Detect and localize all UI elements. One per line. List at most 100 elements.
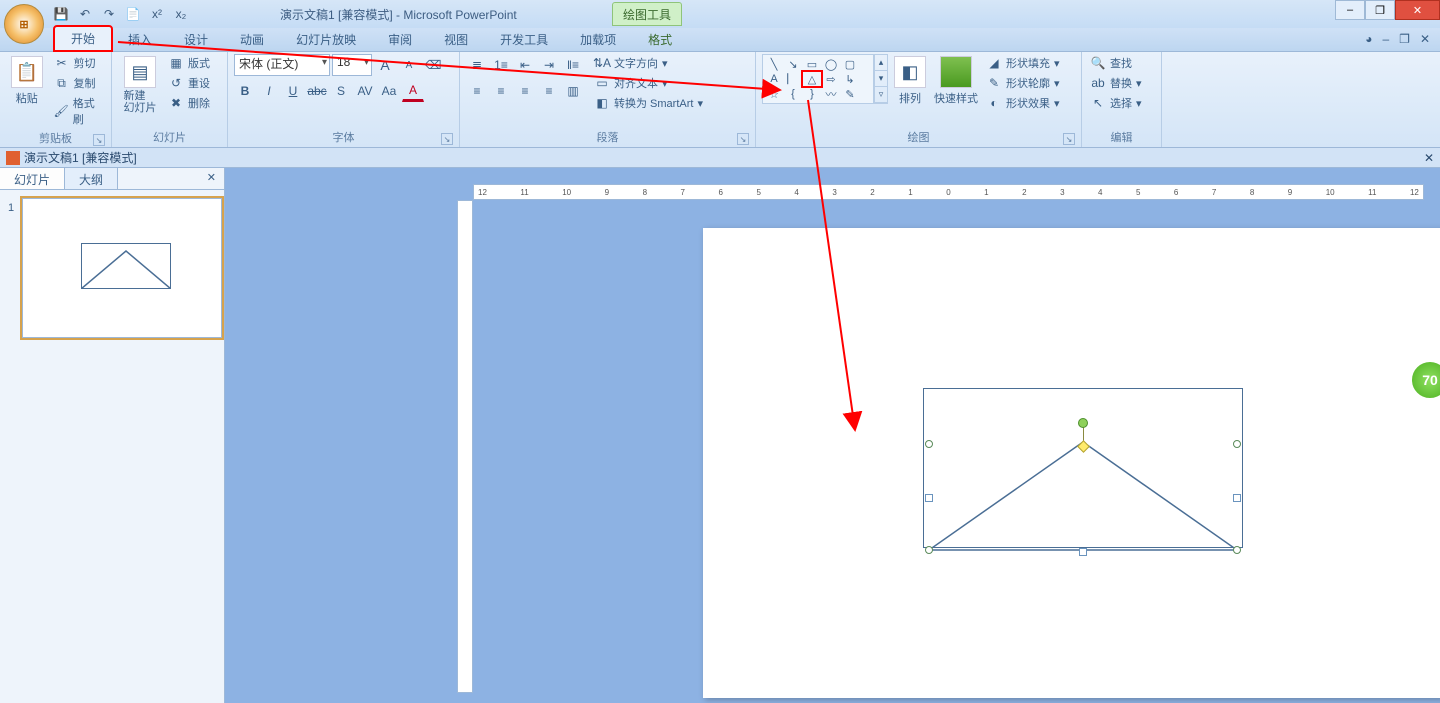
mdi-restore-icon[interactable]: ❐: [1399, 32, 1410, 46]
shape-outline-button[interactable]: ✎形状轮廓 ▾: [984, 74, 1062, 92]
tab-slideshow[interactable]: 幻灯片放映: [280, 28, 372, 51]
decrease-indent-button[interactable]: ⇤: [514, 54, 536, 76]
shape-curve-icon[interactable]: 〰: [822, 87, 840, 101]
grow-font-button[interactable]: A: [374, 54, 396, 76]
horizontal-ruler[interactable]: 1211109876543210123456789101112: [473, 184, 1424, 200]
find-button[interactable]: 🔍查找: [1088, 54, 1144, 72]
panel-close-icon[interactable]: ✕: [199, 168, 224, 189]
cut-button[interactable]: ✂剪切: [52, 54, 105, 72]
format-painter-button[interactable]: 🖌格式刷: [52, 94, 105, 128]
text-direction-button[interactable]: ⇅A文字方向 ▾: [592, 54, 705, 72]
tab-outline[interactable]: 大纲: [65, 168, 118, 189]
line-spacing-button[interactable]: ‖≡: [562, 54, 584, 76]
quick-styles-button[interactable]: 快速样式: [932, 54, 980, 108]
font-color-button[interactable]: A: [402, 80, 424, 102]
align-right-button[interactable]: ≡: [514, 80, 536, 102]
layout-button[interactable]: ▦版式: [166, 54, 212, 72]
shape-rect-icon[interactable]: ▭: [803, 57, 821, 71]
shape-connector-icon[interactable]: ↳: [841, 72, 859, 86]
qat-print-icon[interactable]: 📄: [124, 5, 142, 23]
shape-oval-icon[interactable]: ◯: [822, 57, 840, 71]
shape-rrect-icon[interactable]: ▢: [841, 57, 859, 71]
slide-thumbnail-1[interactable]: [22, 198, 222, 338]
tab-home[interactable]: 开始: [54, 26, 112, 51]
shape-rarrow-icon[interactable]: ⇨: [822, 72, 840, 86]
resize-handle-se[interactable]: [1233, 546, 1241, 554]
resize-handle-s[interactable]: [1079, 548, 1087, 556]
rotate-handle[interactable]: [1078, 418, 1088, 428]
shape-star-icon[interactable]: ☆: [765, 87, 783, 101]
vertical-ruler[interactable]: [457, 200, 473, 693]
mdi-close-icon[interactable]: ✕: [1420, 32, 1430, 46]
chevron-up-icon[interactable]: ▴: [875, 55, 887, 71]
arrange-button[interactable]: ◧ 排列: [892, 54, 928, 108]
numbering-button[interactable]: 1≡: [490, 54, 512, 76]
shape-text-icon[interactable]: A: [765, 72, 783, 86]
triangle-shape[interactable]: [929, 442, 1237, 552]
resize-handle-w[interactable]: [925, 494, 933, 502]
resize-handle-sw[interactable]: [925, 546, 933, 554]
tab-addins[interactable]: 加载项: [564, 28, 632, 51]
font-name-combo[interactable]: 宋体 (正文): [234, 54, 330, 76]
shape-arrow-icon[interactable]: ↘: [784, 57, 802, 71]
align-left-button[interactable]: ≡: [466, 80, 488, 102]
tab-design[interactable]: 设计: [168, 28, 224, 51]
gallery-expand-icon[interactable]: ▿: [875, 87, 887, 103]
justify-button[interactable]: ≡: [538, 80, 560, 102]
shape-rbrace-icon[interactable]: }: [803, 87, 821, 101]
window-maximize-button[interactable]: ❐: [1365, 0, 1395, 20]
replace-button[interactable]: ab替换 ▾: [1088, 74, 1144, 92]
shadow-button[interactable]: S: [330, 80, 352, 102]
char-spacing-button[interactable]: AV: [354, 80, 376, 102]
shrink-font-button[interactable]: A: [398, 54, 420, 76]
resize-handle-ne[interactable]: [1233, 440, 1241, 448]
drawing-dialog-launcher[interactable]: ↘: [1063, 133, 1075, 145]
tab-slides-thumbnails[interactable]: 幻灯片: [0, 168, 65, 189]
paste-button[interactable]: 📋 粘贴: [6, 54, 48, 108]
align-center-button[interactable]: ≡: [490, 80, 512, 102]
strike-button[interactable]: abc: [306, 80, 328, 102]
shape-fill-button[interactable]: ◢形状填充 ▾: [984, 54, 1062, 72]
font-size-combo[interactable]: 18: [332, 54, 372, 76]
tab-animations[interactable]: 动画: [224, 28, 280, 51]
bullets-button[interactable]: ≣: [466, 54, 488, 76]
columns-button[interactable]: ▥: [562, 80, 584, 102]
tab-format[interactable]: 格式: [632, 28, 688, 51]
copy-button[interactable]: ⧉复制: [52, 74, 105, 92]
shapes-gallery-scroll[interactable]: ▴▾▿: [874, 54, 888, 104]
underline-button[interactable]: U: [282, 80, 304, 102]
new-slide-button[interactable]: ▤ 新建 幻灯片: [118, 54, 162, 116]
shape-triangle-icon[interactable]: △: [803, 72, 821, 86]
chevron-down-icon[interactable]: ▾: [875, 71, 887, 87]
tab-view[interactable]: 视图: [428, 28, 484, 51]
align-text-button[interactable]: ▭对齐文本 ▾: [592, 74, 705, 92]
select-button[interactable]: ↖选择 ▾: [1088, 94, 1144, 112]
resize-handle-nw[interactable]: [925, 440, 933, 448]
delete-slide-button[interactable]: ✖删除: [166, 94, 212, 112]
mdi-minimize-icon[interactable]: –: [1382, 32, 1389, 46]
italic-button[interactable]: I: [258, 80, 280, 102]
shapes-gallery[interactable]: ╲ ↘ ▭ ◯ ▢ A ⎸ △ ⇨ ↳ ☆ { } 〰 ✎: [762, 54, 874, 104]
qat-redo-icon[interactable]: ↷: [100, 5, 118, 23]
office-button[interactable]: ⊞: [4, 4, 44, 44]
bold-button[interactable]: B: [234, 80, 256, 102]
shape-vtext-icon[interactable]: ⎸: [784, 72, 802, 86]
increase-indent-button[interactable]: ⇥: [538, 54, 560, 76]
convert-smartart-button[interactable]: ◧转换为 SmartArt ▾: [592, 94, 705, 112]
shape-line-icon[interactable]: ╲: [765, 57, 783, 71]
tab-developer[interactable]: 开发工具: [484, 28, 564, 51]
font-dialog-launcher[interactable]: ↘: [441, 133, 453, 145]
qat-save-icon[interactable]: 💾: [52, 5, 70, 23]
tab-review[interactable]: 审阅: [372, 28, 428, 51]
help-icon[interactable]: ◕: [1365, 32, 1372, 46]
document-tab-title[interactable]: 演示文稿1 [兼容模式]: [24, 149, 137, 166]
paragraph-dialog-launcher[interactable]: ↘: [737, 133, 749, 145]
shape-lbrace-icon[interactable]: {: [784, 87, 802, 101]
qat-sub-icon[interactable]: x₂: [172, 5, 190, 23]
shape-effects-button[interactable]: ◐形状效果 ▾: [984, 94, 1062, 112]
document-tab-close-icon[interactable]: ✕: [1424, 151, 1434, 165]
clipboard-dialog-launcher[interactable]: ↘: [93, 134, 105, 146]
change-case-button[interactable]: Aa: [378, 80, 400, 102]
qat-super-icon[interactable]: x²: [148, 5, 166, 23]
tab-insert[interactable]: 插入: [112, 28, 168, 51]
